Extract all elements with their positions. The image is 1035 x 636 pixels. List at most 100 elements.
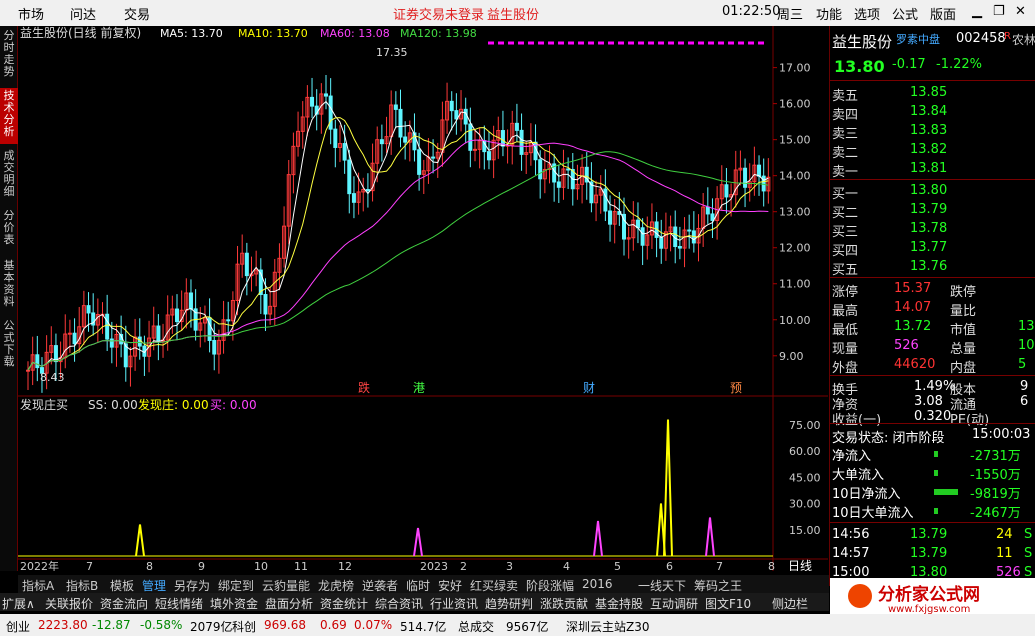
login-notice[interactable]: 证券交易未登录 bbox=[393, 4, 484, 23]
event-marker[interactable]: 跌 bbox=[358, 380, 370, 395]
candle-body bbox=[109, 338, 114, 348]
vtab-fenshi[interactable]: 分时走势 bbox=[0, 28, 18, 84]
indicator-tab[interactable]: 阶段涨幅 bbox=[526, 577, 574, 594]
event-marker[interactable]: 财 bbox=[583, 381, 595, 395]
status-cy-change: -12.87 bbox=[92, 618, 131, 632]
minimize-icon[interactable]: ▁ bbox=[972, 4, 982, 19]
restore-icon[interactable]: ❐ bbox=[993, 4, 1005, 19]
event-marker[interactable]: 预 bbox=[730, 381, 742, 395]
menu-trade[interactable]: 交易 bbox=[124, 4, 150, 23]
stat2-row: 净资 3.08 流通 6 bbox=[830, 393, 1035, 413]
indicator-tab[interactable]: 逆袭者 bbox=[362, 577, 398, 594]
candle-body bbox=[724, 184, 729, 198]
ask-row: 卖二 13.82 bbox=[830, 141, 1035, 161]
bid-label: 买五 bbox=[832, 263, 859, 278]
weekday: 周三 bbox=[777, 8, 804, 23]
period-label[interactable]: 日线 bbox=[788, 559, 812, 571]
indicator-tab[interactable]: 红买绿卖 bbox=[470, 577, 518, 594]
indicator-tab[interactable]: 另存为 bbox=[174, 577, 210, 594]
flow-row: 大单流入 -1550万 bbox=[830, 463, 1035, 483]
vtab-tech[interactable]: 技术分析 bbox=[0, 88, 18, 144]
bid-label: 买二 bbox=[832, 206, 859, 221]
candle-body bbox=[687, 229, 692, 232]
status-kc-change: 0.69 bbox=[320, 618, 347, 632]
indicator-name: 发现庄买 bbox=[20, 397, 68, 412]
ma10-line bbox=[27, 117, 769, 371]
extension-tab[interactable]: 趋势研判 bbox=[485, 595, 533, 612]
flow-bar bbox=[934, 508, 938, 514]
stat2-row: 收益(一) 0.320 PE(动) bbox=[830, 408, 1035, 428]
extension-tab[interactable]: 侧边栏 bbox=[772, 595, 808, 612]
indicator-tab[interactable]: 云豹量能 bbox=[262, 577, 310, 594]
bid-label: 买四 bbox=[832, 244, 859, 259]
x-tick-label: 2023 bbox=[420, 560, 448, 571]
indicator-tab[interactable]: 模板 bbox=[110, 577, 134, 594]
candle-body bbox=[677, 246, 682, 249]
menu-market[interactable]: 市场 bbox=[18, 4, 44, 23]
indicator-tab[interactable]: 指标A bbox=[22, 577, 54, 594]
bid-price: 13.79 bbox=[910, 202, 948, 217]
indicator-spike bbox=[663, 419, 673, 557]
extension-tab[interactable]: 关联报价 bbox=[45, 595, 93, 612]
indicator-tab[interactable]: 筹码之王 bbox=[694, 577, 742, 594]
tick-vol: 24 bbox=[996, 527, 1013, 542]
candle-body bbox=[347, 159, 352, 195]
extension-tab[interactable]: 图文F10 bbox=[705, 595, 751, 612]
indicator-tab[interactable]: 指标B bbox=[66, 577, 98, 594]
indicator-tab[interactable]: 临时 bbox=[406, 577, 430, 594]
indicator-tab[interactable]: 一线天下 bbox=[638, 577, 686, 594]
bid-price: 13.78 bbox=[910, 221, 948, 236]
candle-body bbox=[473, 148, 477, 151]
vtab-deals[interactable]: 成交明细 bbox=[0, 148, 18, 204]
vtab-info[interactable]: 基本资料 bbox=[0, 258, 18, 314]
menu-layout[interactable]: 版面 bbox=[930, 4, 956, 23]
event-marker[interactable]: 港 bbox=[413, 381, 425, 395]
extension-tab[interactable]: 扩展∧ bbox=[2, 595, 35, 612]
extension-tab[interactable]: 行业资讯 bbox=[430, 595, 478, 612]
vtab-download[interactable]: 公式下载 bbox=[0, 318, 18, 374]
menu-formula[interactable]: 公式 bbox=[892, 4, 918, 23]
ask-row: 卖五 13.85 bbox=[830, 84, 1035, 104]
tick-time: 14:57 bbox=[832, 546, 870, 561]
indicator-y-tick: 75.00 bbox=[789, 419, 821, 432]
extension-tab[interactable]: 综合资讯 bbox=[375, 595, 423, 612]
indicator-tabs: 指标A 指标B 模板 管理 另存为 绑定到 云豹量能 龙虎榜 逆袭者 临时 安好 红买绿卖 阶段涨幅 20… bbox=[18, 575, 829, 593]
vtab-price[interactable]: 分价表 bbox=[0, 208, 18, 254]
stat-label-b: 市值 bbox=[950, 323, 977, 338]
candle-body bbox=[393, 104, 398, 110]
tick-row: 14:56 13.79 24 S bbox=[830, 526, 1035, 545]
status-site[interactable]: 深圳云主站Z30 bbox=[566, 618, 650, 635]
indicator-tab[interactable]: 安好 bbox=[438, 577, 462, 594]
extension-tab[interactable]: 盘面分析 bbox=[265, 595, 313, 612]
menu-options[interactable]: 选项 bbox=[854, 4, 880, 23]
extension-tab[interactable]: 资金统计 bbox=[320, 595, 368, 612]
extension-tab[interactable]: 资金流向 bbox=[100, 595, 148, 612]
menu-wenda[interactable]: 问达 bbox=[70, 4, 96, 23]
candle-body bbox=[566, 168, 571, 171]
extension-tab[interactable]: 基金持股 bbox=[595, 595, 643, 612]
candle-body bbox=[603, 188, 608, 212]
extension-tab[interactable]: 短线情绪 bbox=[155, 595, 203, 612]
sector[interactable]: 农林 bbox=[1012, 31, 1035, 48]
bid-price: 13.77 bbox=[910, 240, 948, 255]
stat-value-b: 13 bbox=[1018, 319, 1035, 334]
flow-label: 10日大单流入 bbox=[832, 506, 914, 521]
indicator-tab[interactable]: 龙虎榜 bbox=[318, 577, 354, 594]
extension-tab[interactable]: 填外资金 bbox=[210, 595, 258, 612]
menu-func[interactable]: 功能 bbox=[816, 4, 842, 23]
x-tick-label: 11 bbox=[294, 560, 308, 571]
indicator-tab[interactable]: 2016 bbox=[582, 577, 613, 591]
extension-tab[interactable]: 涨跌贡献 bbox=[540, 595, 588, 612]
indicator-spike bbox=[593, 520, 603, 557]
candle-body bbox=[608, 210, 613, 225]
indicator-tab[interactable]: 绑定到 bbox=[218, 577, 254, 594]
indicator-tab[interactable]: 管理 bbox=[142, 577, 166, 594]
x-tick-label: 7 bbox=[86, 560, 93, 571]
y-tick-label: 14.00 bbox=[779, 170, 811, 183]
close-icon[interactable]: ✕ bbox=[1015, 4, 1026, 19]
bid-label: 买三 bbox=[832, 225, 859, 240]
kline-chart[interactable]: 益生股份(日线 前复权) MA5: 13.70 MA10: 13.70 MA60… bbox=[18, 26, 828, 571]
extension-tab[interactable]: 互动调研 bbox=[650, 595, 698, 612]
bid-row: 买三 13.78 bbox=[830, 220, 1035, 240]
y-tick-label: 10.00 bbox=[779, 314, 811, 327]
